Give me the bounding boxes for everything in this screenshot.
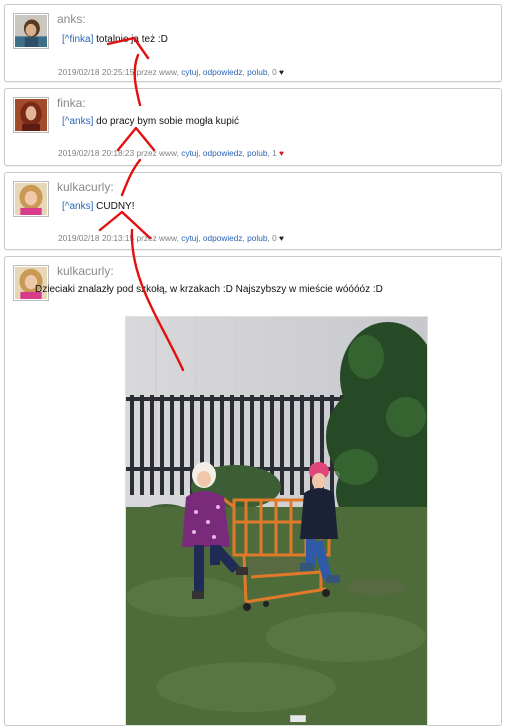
reply-link[interactable]: odpowiedz [203, 233, 243, 243]
reply-link[interactable]: odpowiedz [203, 67, 243, 77]
comment-body: Dzieciaki znalazły pod szkołą, w krzakac… [35, 284, 383, 295]
comment-text: totalnie ja też :D [93, 34, 168, 45]
via-text: przez www, [136, 148, 179, 158]
like-count: 0 [272, 233, 277, 243]
avatar-anks-image [15, 15, 47, 47]
heart-icon[interactable]: ♥ [279, 148, 284, 158]
avatar[interactable] [13, 13, 49, 49]
comment-text: Dzieciaki znalazły pod szkołą, w krzakac… [35, 284, 383, 295]
photo-children-shopping-cart [126, 317, 427, 725]
comment-card: finka: [^anks] do pracy bym sobie mogła … [4, 88, 502, 166]
comment-card: anks: [^finka] totalnie ja też :D 2019/0… [4, 4, 502, 82]
comment-text: do pracy bym sobie mogła kupić [93, 116, 239, 127]
avatar-finka-image [15, 99, 47, 131]
like-link[interactable]: polub [247, 148, 267, 158]
comment-card: kulkacurly: [^anks] CUDNY! 2019/02/18 20… [4, 172, 502, 250]
comment-text: CUDNY! [93, 201, 135, 212]
comment-meta: 2019/02/18 20:25:15 przez www, cytuj, od… [58, 67, 284, 77]
avatar-kulkacurly-image [15, 183, 47, 215]
quote-link[interactable]: cytuj [181, 67, 198, 77]
comment-meta: 2019/02/18 20:13:15 przez www, cytuj, od… [58, 233, 284, 243]
avatar[interactable] [13, 181, 49, 217]
reply-link[interactable]: odpowiedz [203, 148, 243, 158]
heart-icon[interactable]: ♥ [279, 233, 284, 243]
comment-meta: 2019/02/18 20:18:23 przez www, cytuj, od… [58, 148, 284, 158]
reply-to-link[interactable]: [^finka] [62, 34, 93, 45]
quote-link[interactable]: cytuj [181, 148, 198, 158]
comment-author[interactable]: kulkacurly: [57, 180, 114, 194]
avatar[interactable] [13, 97, 49, 133]
comment-author[interactable]: finka: [57, 96, 86, 110]
like-count: 1 [272, 148, 277, 158]
via-text: przez www, [136, 67, 179, 77]
timestamp: 2019/02/18 20:18:23 [58, 148, 135, 158]
comment-author[interactable]: anks: [57, 12, 86, 26]
via-text: przez www, [136, 233, 179, 243]
like-count: 0 [272, 67, 277, 77]
timestamp: 2019/02/18 20:13:15 [58, 233, 135, 243]
comment-body: [^finka] totalnie ja też :D [62, 34, 168, 45]
reply-to-link[interactable]: [^anks] [62, 116, 93, 127]
quote-link[interactable]: cytuj [181, 233, 198, 243]
reply-to-link[interactable]: [^anks] [62, 201, 93, 212]
timestamp: 2019/02/18 20:25:15 [58, 67, 135, 77]
heart-icon[interactable]: ♥ [279, 67, 284, 77]
like-link[interactable]: polub [247, 233, 267, 243]
comment-body: [^anks] do pracy bym sobie mogła kupić [62, 116, 239, 127]
comment-author[interactable]: kulkacurly: [57, 264, 114, 278]
post-photo[interactable] [125, 316, 428, 726]
like-link[interactable]: polub [247, 67, 267, 77]
avatar[interactable] [13, 265, 49, 301]
comment-body: [^anks] CUDNY! [62, 201, 135, 212]
